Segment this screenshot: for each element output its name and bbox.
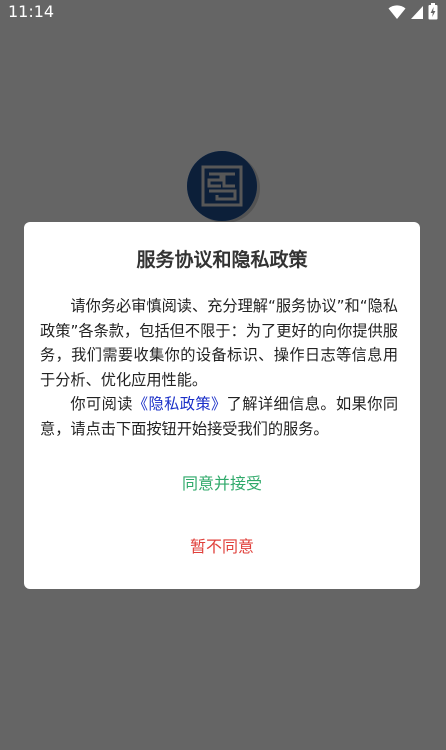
battery-charging-icon bbox=[428, 3, 438, 20]
cell-signal-icon bbox=[410, 4, 424, 20]
wifi-icon bbox=[388, 4, 406, 20]
dialog-paragraph-1: 请你务必审慎阅读、充分理解“服务协议”和“隐私政策”各条款，包括但不限于：为了更… bbox=[40, 297, 398, 389]
status-bar: 11:14 bbox=[0, 0, 446, 24]
dialog-title: 服务协议和隐私政策 bbox=[136, 249, 308, 271]
privacy-policy-link[interactable]: 《隐私政策》 bbox=[133, 395, 227, 413]
dialog-paragraph-2: 你可阅读《隐私政策》了解详细信息。如果你同意，请点击下面按钮开始接受我们的服务。 bbox=[40, 392, 398, 441]
agree-button[interactable]: 同意并接受 bbox=[84, 464, 360, 504]
app-logo-icon bbox=[186, 150, 260, 224]
paragraph-2-prefix: 你可阅读 bbox=[70, 395, 133, 413]
disagree-button[interactable]: 暂不同意 bbox=[84, 527, 360, 567]
status-time: 11:14 bbox=[8, 2, 55, 21]
dialog-body: 请你务必审慎阅读、充分理解“服务协议”和“隐私政策”各条款，包括但不限于：为了更… bbox=[40, 294, 398, 441]
status-icons bbox=[388, 3, 438, 20]
privacy-dialog: 服务协议和隐私政策 请你务必审慎阅读、充分理解“服务协议”和“隐私政策”各条款，… bbox=[24, 222, 420, 589]
